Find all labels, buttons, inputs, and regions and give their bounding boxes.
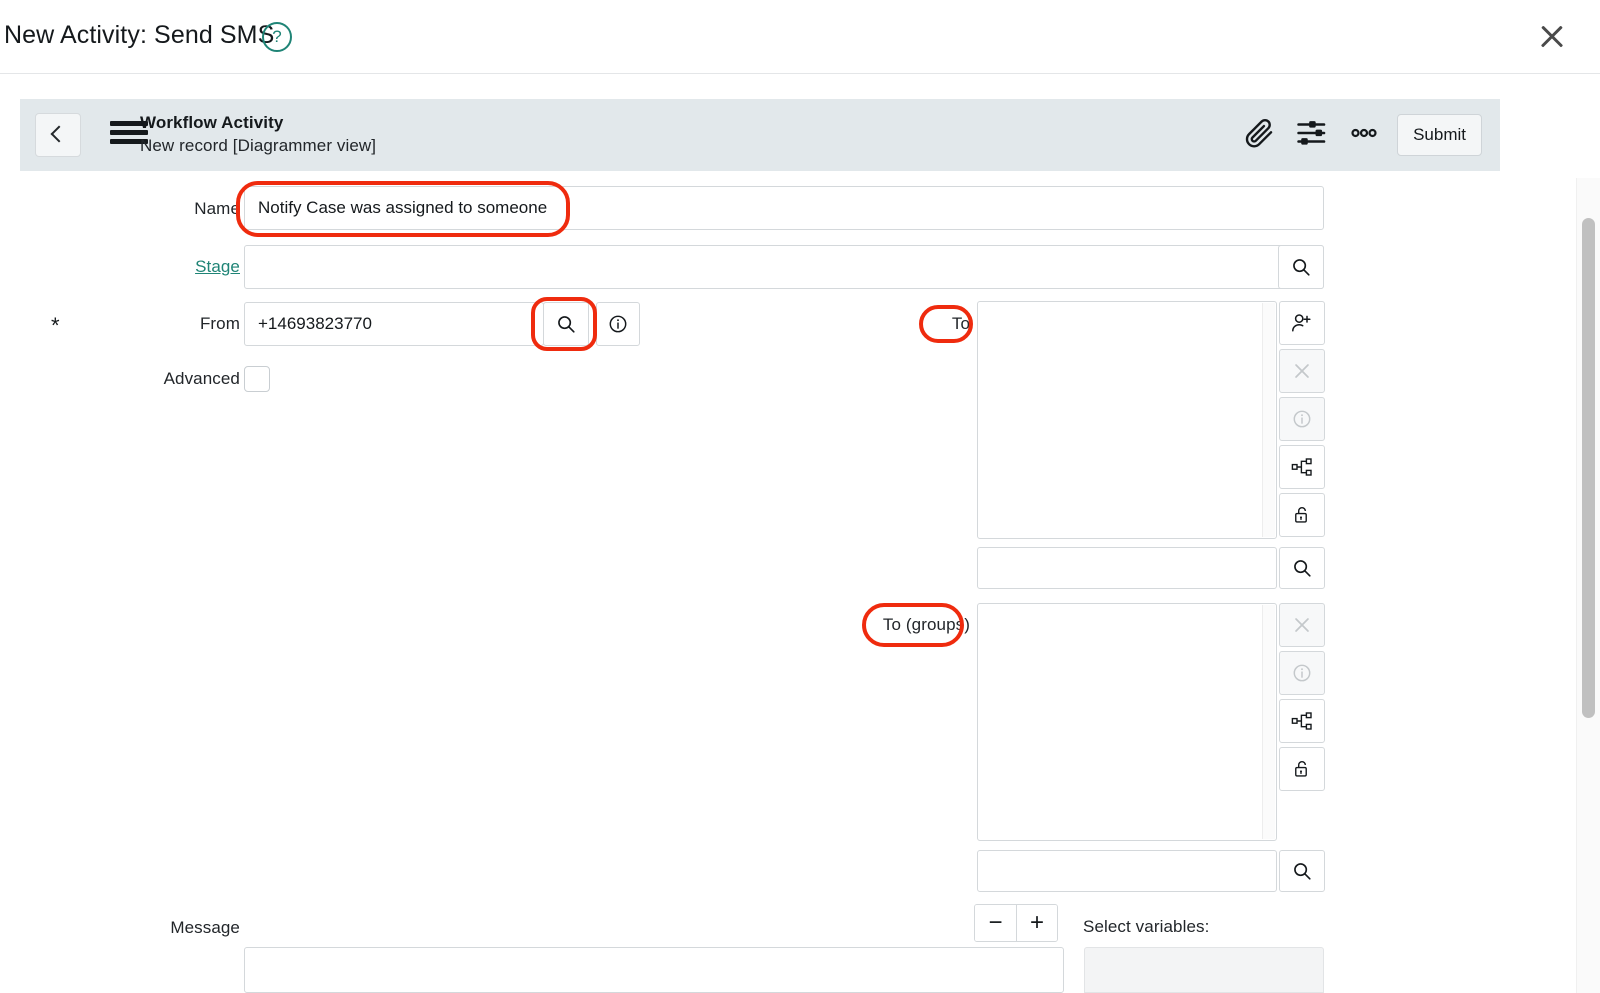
to-groups-remove-button[interactable]	[1279, 603, 1325, 647]
from-info-button[interactable]	[596, 302, 640, 346]
to-remove-button[interactable]	[1279, 349, 1325, 393]
form-area: Name Notify Case was assigned to someone…	[20, 171, 1500, 993]
stage-label[interactable]: Stage	[80, 257, 240, 277]
close-icon[interactable]	[1532, 16, 1572, 56]
to-groups-unlock-button[interactable]	[1279, 747, 1325, 791]
record-subtitle: New record [Diagrammer view]	[140, 136, 377, 155]
from-search-button[interactable]	[543, 302, 589, 346]
advanced-checkbox[interactable]	[244, 366, 270, 392]
to-groups-info-button[interactable]	[1279, 651, 1325, 695]
to-groups-listbox[interactable]	[977, 603, 1277, 841]
message-decrement-button[interactable]: −	[975, 905, 1016, 941]
three-dots-icon[interactable]	[1347, 116, 1389, 156]
question-circle-icon[interactable]: ?	[262, 22, 292, 52]
message-size-stepper: − +	[974, 904, 1058, 942]
name-field[interactable]: Notify Case was assigned to someone	[244, 186, 1324, 230]
from-label: From	[199, 314, 240, 333]
sliders-icon[interactable]	[1295, 116, 1337, 156]
to-search-input[interactable]	[977, 547, 1277, 589]
message-textarea[interactable]	[244, 947, 1064, 993]
chevron-left-icon	[50, 125, 68, 143]
to-listbox-scrollbar[interactable]	[1262, 303, 1275, 537]
modal-header: New Activity: Send SMS ?	[0, 0, 1600, 74]
from-mandatory-marker: *	[51, 313, 60, 338]
to-groups-listbox-scrollbar[interactable]	[1262, 605, 1275, 839]
select-variables-label: Select variables:	[1083, 917, 1210, 936]
record-type-title: Workflow Activity	[140, 113, 284, 132]
from-field-value: +14693823770	[258, 314, 372, 333]
paperclip-icon[interactable]	[1242, 116, 1284, 156]
to-groups-label: To (groups)	[882, 615, 970, 634]
to-search-button[interactable]	[1279, 547, 1325, 589]
advanced-label: Advanced	[163, 369, 240, 388]
record-toolbar: Workflow Activity New record [Diagrammer…	[20, 99, 1500, 171]
name-label: Name	[194, 199, 240, 218]
to-info-button[interactable]	[1279, 397, 1325, 441]
page-scrollbar-track[interactable]	[1576, 178, 1600, 993]
stage-field[interactable]	[244, 245, 1324, 289]
to-listbox[interactable]	[977, 301, 1277, 539]
message-label: Message	[170, 918, 240, 937]
variables-panel[interactable]	[1084, 947, 1324, 993]
to-groups-search-input[interactable]	[977, 850, 1277, 892]
page-title: New Activity: Send SMS	[4, 21, 275, 49]
name-field-value: Notify Case was assigned to someone	[258, 198, 548, 217]
to-unlock-button[interactable]	[1279, 493, 1325, 537]
from-field[interactable]: +14693823770	[244, 302, 544, 346]
message-increment-button[interactable]: +	[1016, 905, 1057, 941]
to-groups-hierarchy-button[interactable]	[1279, 699, 1325, 743]
to-hierarchy-button[interactable]	[1279, 445, 1325, 489]
back-button[interactable]	[35, 113, 81, 157]
to-add-person-button[interactable]	[1279, 301, 1325, 345]
to-label: To	[951, 314, 970, 333]
to-groups-search-button[interactable]	[1279, 850, 1325, 892]
stage-search-button[interactable]	[1278, 245, 1324, 289]
page-scrollbar-thumb[interactable]	[1582, 218, 1595, 718]
submit-button[interactable]: Submit	[1397, 114, 1482, 156]
